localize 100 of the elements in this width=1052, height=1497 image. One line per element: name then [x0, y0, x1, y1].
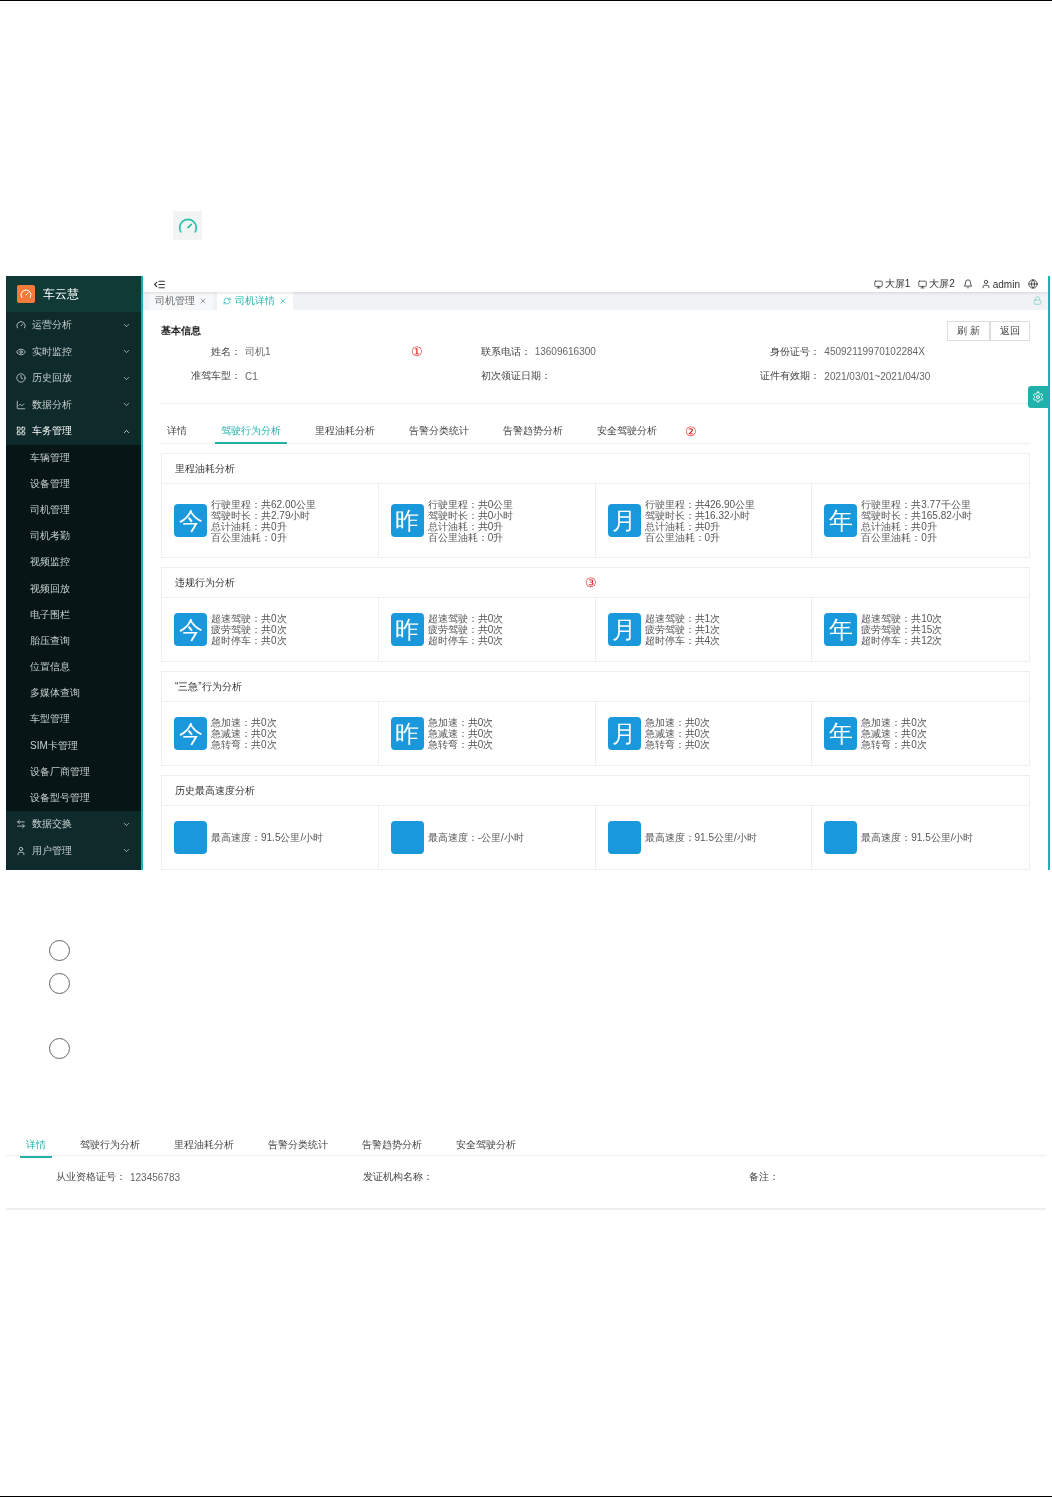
- stat-line: 最高速度：91.5公里/小时: [211, 832, 324, 843]
- stat-line: 超时停车：共0次: [211, 635, 287, 646]
- field-label: 联系电话：: [479, 344, 531, 359]
- panel-title: 违规行为分析: [175, 575, 235, 590]
- stat-line: 急转弯：共0次: [644, 739, 711, 750]
- submenu-item[interactable]: 设备厂商管理: [6, 758, 141, 785]
- submenu-item[interactable]: 视频监控: [6, 549, 141, 576]
- stat-line: 急加速：共0次: [427, 717, 494, 728]
- settings-icon: [1032, 391, 1044, 403]
- tab[interactable]: 里程油耗分析: [309, 419, 381, 444]
- close-icon[interactable]: [199, 297, 207, 305]
- tab-label[interactable]: 司机管理: [155, 294, 195, 308]
- submenu-item[interactable]: 车辆管理: [6, 444, 141, 471]
- submenu-item[interactable]: 司机管理: [6, 496, 141, 524]
- period-tile: 今: [174, 504, 207, 537]
- stat-line: 疲劳驾驶：共15次: [861, 624, 943, 635]
- stat-line: 疲劳驾驶：共1次: [644, 624, 721, 635]
- user-menu[interactable]: admin: [980, 278, 1020, 290]
- period-tile: 今: [174, 613, 207, 646]
- screen-link[interactable]: 大屏1: [873, 277, 911, 291]
- close-icon[interactable]: [279, 297, 287, 305]
- sidebar-item[interactable]: 车务管理: [6, 418, 141, 445]
- action-button[interactable]: 返回: [990, 321, 1030, 341]
- stat-line: 驾驶时长：共16.32小时: [644, 509, 751, 521]
- menu-icon: [16, 320, 26, 331]
- field-label: 身份证号：: [769, 344, 821, 359]
- submenu-item[interactable]: 设备型号管理: [6, 784, 141, 812]
- globe-icon[interactable]: [1028, 279, 1038, 289]
- stat-line: 总计油耗：共0升: [427, 520, 504, 532]
- period-tile: 月: [607, 613, 641, 646]
- bell-icon[interactable]: [962, 279, 973, 289]
- field-value: 2021/03/01~2021/04/30: [824, 370, 931, 382]
- submenu-item[interactable]: 车型管理: [6, 706, 141, 733]
- stat-line: 超速驾驶：共1次: [644, 613, 721, 624]
- stat-line: 行驶里程：共3.77千公里: [861, 498, 972, 510]
- period-tile: 年: [824, 717, 858, 750]
- stat-line: 急转弯：共0次: [211, 739, 277, 750]
- stat-line: 驾驶时长：共2.79小时: [211, 509, 312, 521]
- stat-line: 疲劳驾驶：共0次: [211, 624, 287, 635]
- stat-line: 急减速：共0次: [427, 728, 494, 739]
- screen-link[interactable]: 大屏2: [918, 277, 955, 291]
- submenu-item[interactable]: 胎压查询: [6, 627, 141, 654]
- submenu-item[interactable]: 司机考勤: [6, 523, 141, 550]
- menu-icon: [16, 426, 26, 437]
- tab[interactable]: 告警分类统计: [403, 419, 475, 444]
- stat-line: 急加速：共0次: [644, 717, 711, 728]
- action-button[interactable]: 刷 新: [947, 321, 990, 341]
- stat-line: 总计油耗：共0升: [211, 520, 288, 532]
- stat-line: 总计油耗：共0升: [644, 520, 722, 532]
- menu-icon: [16, 845, 26, 856]
- speedometer-icon: [173, 211, 202, 240]
- page-tab[interactable]: 司机管理: [149, 292, 213, 310]
- settings-button[interactable]: [1028, 386, 1048, 408]
- tab[interactable]: 告警趋势分析: [356, 1134, 428, 1158]
- stat-line: 驾驶时长：共165.82小时: [861, 509, 972, 521]
- sidebar-item[interactable]: 实时监控: [6, 338, 141, 365]
- tab[interactable]: 里程油耗分析: [168, 1134, 240, 1158]
- sidebar-item[interactable]: 运营分析: [6, 312, 141, 339]
- tab[interactable]: 安全驾驶分析: [450, 1134, 522, 1158]
- submenu-item[interactable]: 位置信息: [6, 654, 141, 681]
- annotation-marker: ①: [410, 344, 423, 359]
- menu-icon: [16, 373, 26, 384]
- tab[interactable]: 详情: [161, 419, 193, 444]
- tab[interactable]: 告警分类统计: [262, 1134, 334, 1158]
- field-label: 初次领证日期：: [479, 369, 551, 383]
- period-tile: 昨: [390, 613, 424, 646]
- stat-line: 行驶里程：共426.90公里: [644, 498, 756, 510]
- user-name[interactable]: admin: [992, 278, 1020, 290]
- link-text[interactable]: 大屏1: [884, 277, 911, 291]
- submenu-item[interactable]: 电子围栏: [6, 601, 141, 628]
- submenu-item[interactable]: 多媒体查询: [6, 680, 141, 707]
- sidebar-item[interactable]: 数据分析: [6, 391, 141, 418]
- panel-title: “三急”行为分析: [175, 679, 242, 694]
- stat-line: 急减速：共0次: [211, 728, 277, 739]
- period-tile: 昨: [390, 717, 424, 750]
- sidebar-item[interactable]: 数据交换: [6, 811, 141, 838]
- submenu-item[interactable]: SIM卡管理: [6, 732, 141, 759]
- submenu-item[interactable]: 设备管理: [6, 470, 141, 497]
- stat-line: 百公里油耗：0升: [427, 531, 505, 543]
- stat-line: 超时停车：共0次: [427, 635, 504, 646]
- field-value: C1: [245, 370, 258, 382]
- period-tile: 年: [824, 504, 858, 537]
- field-label: 证件有效期：: [759, 369, 821, 383]
- lock-icon[interactable]: [1033, 296, 1042, 305]
- sidebar-item[interactable]: 历史回放: [6, 365, 141, 392]
- field-value: 13609616300: [534, 346, 596, 357]
- tab[interactable]: 告警趋势分析: [497, 419, 569, 444]
- annotation-marker: ②: [685, 424, 697, 439]
- stat-line: 最高速度：-公里/小时: [427, 832, 524, 843]
- link-text[interactable]: 大屏2: [929, 277, 955, 291]
- field-value: 司机1: [245, 344, 271, 359]
- tab[interactable]: 驾驶行为分析: [74, 1134, 146, 1158]
- stat-line: 超速驾驶：共0次: [427, 613, 504, 624]
- submenu-item[interactable]: 视频回放: [6, 575, 141, 602]
- stat-line: 超时停车：共12次: [861, 635, 943, 646]
- stat-line: 超速驾驶：共10次: [861, 613, 943, 624]
- stat-line: 急减速：共0次: [861, 728, 927, 739]
- tab[interactable]: 安全驾驶分析: [591, 419, 663, 444]
- stat-line: 行驶里程：共62.00公里: [211, 498, 317, 510]
- sidebar-item[interactable]: 用户管理: [6, 837, 141, 865]
